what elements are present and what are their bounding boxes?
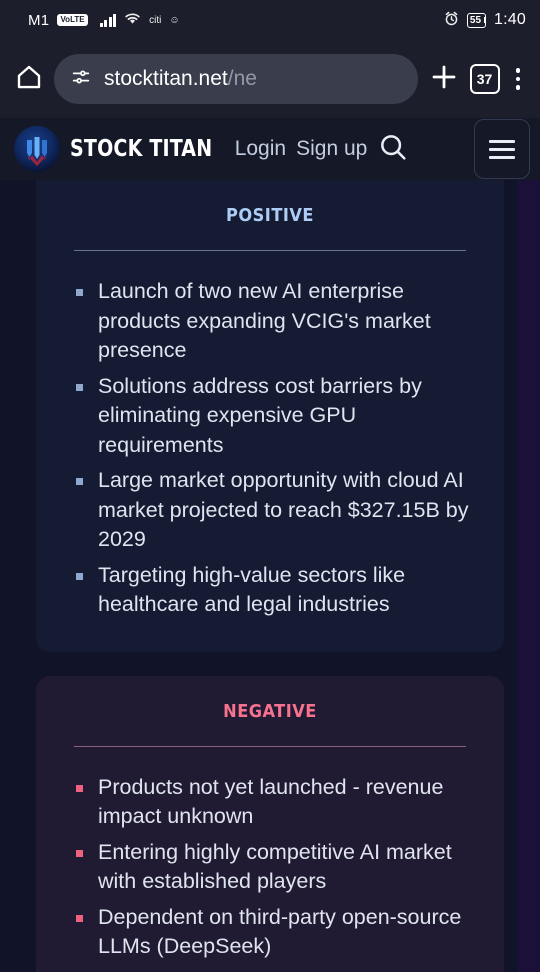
url-domain: stocktitan.net bbox=[104, 67, 228, 90]
list-item: Solutions address cost barriers by elimi… bbox=[72, 372, 478, 461]
battery-indicator: 55 bbox=[466, 12, 487, 28]
negative-heading: Negative bbox=[223, 693, 317, 724]
positive-list: Launch of two new AI enterprise products… bbox=[72, 277, 478, 620]
list-item: Targeting high-value sectors like health… bbox=[72, 561, 478, 620]
negative-card: Negative Products not yet launched - rev… bbox=[36, 675, 504, 972]
page-right-gutter bbox=[518, 180, 540, 972]
site-header: STOCK TITAN Login Sign up bbox=[0, 118, 540, 180]
list-item: Products not yet launched - revenue impa… bbox=[72, 773, 478, 832]
alarm-clock-icon bbox=[444, 11, 459, 29]
phone-screen: M1 VoLTE citi ☺ 55 1:40 stocktitan.net/n… bbox=[0, 0, 540, 972]
url-path: /ne bbox=[227, 67, 257, 90]
wifi-icon bbox=[124, 12, 141, 28]
three-dot-menu-icon[interactable] bbox=[510, 68, 527, 90]
positive-heading: Positive bbox=[226, 198, 314, 228]
stock-titan-logo-icon[interactable] bbox=[14, 126, 60, 172]
volte-badge: VoLTE bbox=[57, 14, 88, 26]
url-bar[interactable]: stocktitan.net/ne bbox=[54, 54, 418, 104]
positive-divider bbox=[74, 250, 466, 251]
status-bar-right: 55 1:40 bbox=[444, 11, 526, 29]
list-item: Large market opportunity with cloud AI m… bbox=[72, 466, 478, 555]
list-item: Launch of two new AI enterprise products… bbox=[72, 277, 478, 366]
clock-label: 1:40 bbox=[494, 11, 526, 28]
positive-card: Positive Launch of two new AI enterprise… bbox=[36, 180, 504, 652]
signal-strength-icon bbox=[99, 13, 117, 27]
list-item: Entering highly competitive AI market wi… bbox=[72, 838, 478, 897]
brand-title: STOCK TITAN bbox=[70, 136, 213, 162]
negative-divider bbox=[74, 745, 466, 747]
android-status-bar: M1 VoLTE citi ☺ 55 1:40 bbox=[0, 0, 540, 40]
browser-toolbar: stocktitan.net/ne 37 bbox=[0, 40, 540, 118]
list-item: Dependent on third-party open-source LLM… bbox=[72, 903, 478, 962]
pg-icon: ☺ bbox=[169, 14, 180, 26]
search-icon[interactable] bbox=[377, 131, 409, 168]
negative-list: Products not yet launched - revenue impa… bbox=[72, 773, 478, 962]
url-text: stocktitan.net/ne bbox=[104, 67, 257, 91]
citi-icon: citi bbox=[149, 14, 162, 26]
page-info-icon[interactable] bbox=[70, 66, 92, 93]
home-icon[interactable] bbox=[14, 62, 44, 97]
tab-count-button[interactable]: 37 bbox=[469, 64, 500, 94]
carrier-label: M1 bbox=[28, 11, 50, 29]
status-bar-left: M1 VoLTE citi ☺ bbox=[14, 12, 444, 29]
login-link[interactable]: Login bbox=[235, 137, 286, 161]
signup-link[interactable]: Sign up bbox=[296, 137, 367, 161]
plus-icon[interactable] bbox=[428, 61, 460, 98]
page-content: Positive Launch of two new AI enterprise… bbox=[0, 180, 540, 972]
hamburger-menu-icon[interactable] bbox=[474, 119, 530, 179]
